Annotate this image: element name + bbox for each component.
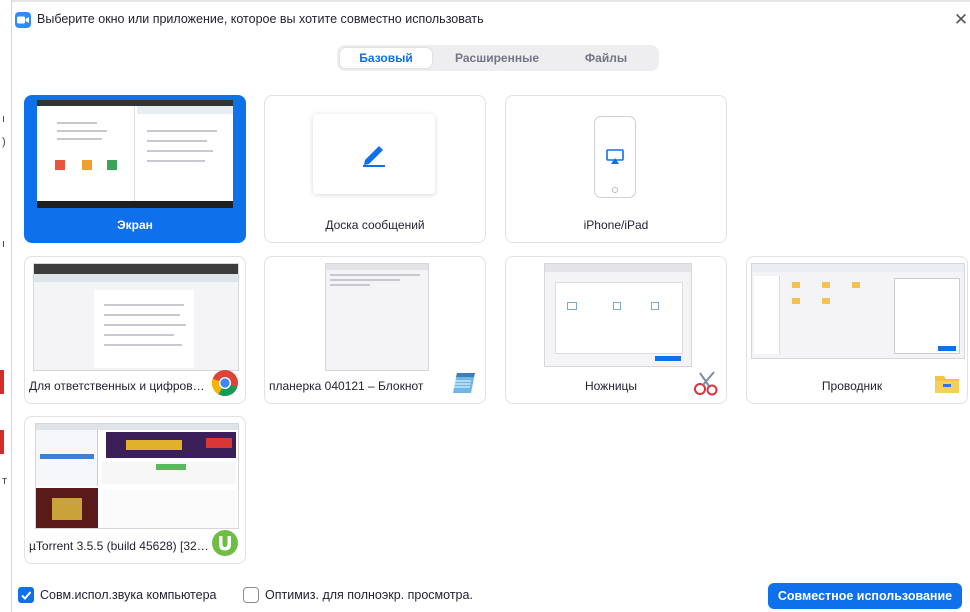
thumb-window bbox=[37, 106, 135, 201]
tile-label: µTorrent 3.5.5 (build 45628) [32-b... bbox=[29, 539, 218, 553]
thumb-folder bbox=[822, 282, 830, 288]
thumb-banner-text bbox=[126, 440, 182, 450]
thumb-button bbox=[938, 346, 956, 351]
tile-screen[interactable]: Экран bbox=[24, 95, 246, 243]
tab-advanced[interactable]: Расширенные bbox=[447, 48, 547, 68]
thumb-folder bbox=[852, 282, 860, 288]
thumb-page bbox=[94, 290, 194, 368]
thumb-bar bbox=[545, 264, 691, 272]
thumb-line bbox=[147, 140, 207, 142]
optimize-video-checkbox[interactable] bbox=[243, 587, 259, 603]
share-tabs: Базовый Расширенные Файлы bbox=[337, 45, 659, 71]
background-window-edge: ı ) ı т bbox=[0, 0, 12, 612]
thumb-line bbox=[147, 160, 205, 162]
share-button[interactable]: Совместное использование bbox=[768, 583, 962, 609]
zoom-camera-icon bbox=[15, 12, 31, 28]
tile-label: Проводник bbox=[821, 379, 883, 393]
thumb-line bbox=[330, 284, 370, 286]
snipping-thumbnail bbox=[544, 263, 692, 367]
tile-label: iPhone/iPad bbox=[583, 218, 649, 232]
thumb-bar bbox=[326, 264, 428, 270]
thumb-ad-image bbox=[52, 498, 82, 520]
thumb-icon bbox=[107, 160, 117, 170]
tile-label: Доска сообщений bbox=[325, 218, 425, 232]
thumb-line bbox=[104, 324, 186, 326]
share-screen-dialog: Выберите окно или приложение, которое вы… bbox=[12, 0, 970, 612]
tile-label: планерка 040121 – Блокнот bbox=[269, 379, 424, 393]
thumb-icon bbox=[82, 160, 92, 170]
explorer-thumbnail bbox=[751, 263, 965, 359]
tile-utorrent-window[interactable]: µTorrent 3.5.5 (build 45628) [32-b... bbox=[24, 416, 246, 564]
thumb-line bbox=[147, 130, 217, 132]
thumb-sidebar bbox=[754, 276, 780, 354]
thumb-line bbox=[104, 314, 180, 316]
thumb-line bbox=[104, 344, 182, 346]
thumb-banner-button bbox=[206, 438, 232, 448]
thumb-taskbar bbox=[37, 201, 233, 208]
thumb-line bbox=[104, 334, 174, 336]
thumb-properties bbox=[894, 278, 960, 354]
thumb-toolbar bbox=[137, 106, 233, 114]
thumb-button bbox=[655, 356, 681, 361]
optimize-video-label[interactable]: Оптимиз. для полноэкр. просмотра. bbox=[265, 588, 473, 602]
phone-preview bbox=[594, 116, 636, 198]
thumb-folder bbox=[822, 298, 830, 304]
thumb-folder bbox=[792, 282, 800, 288]
tile-label: Ножницы bbox=[584, 379, 638, 393]
thumb-details bbox=[102, 490, 236, 528]
utorrent-thumbnail bbox=[35, 423, 239, 529]
edge-glyph: т bbox=[2, 475, 8, 487]
thumb-icon bbox=[55, 160, 65, 170]
thumb-icon bbox=[567, 302, 577, 310]
thumb-icon bbox=[651, 302, 659, 310]
edge-red-marker bbox=[0, 370, 4, 394]
edge-glyph: ı bbox=[2, 238, 6, 250]
thumb-dialog bbox=[555, 282, 683, 354]
whiteboard-preview bbox=[313, 114, 435, 194]
tile-iphone-ipad[interactable]: iPhone/iPad bbox=[505, 95, 727, 243]
edge-glyph: ı bbox=[2, 113, 6, 125]
tab-files[interactable]: Файлы bbox=[560, 48, 652, 68]
thumb-bar bbox=[34, 264, 238, 274]
close-button[interactable]: ✕ bbox=[952, 11, 970, 29]
thumb-icon bbox=[613, 302, 621, 310]
edge-red-marker bbox=[0, 430, 4, 454]
thumb-line bbox=[57, 130, 107, 132]
tile-explorer-window[interactable]: Проводник bbox=[746, 256, 968, 404]
share-audio-checkbox[interactable] bbox=[18, 587, 34, 603]
notepad-thumbnail bbox=[325, 263, 429, 371]
tile-snipping-window[interactable]: Ножницы bbox=[505, 256, 727, 404]
thumb-line bbox=[104, 304, 184, 306]
thumb-line bbox=[330, 279, 400, 281]
thumb-line bbox=[57, 122, 97, 124]
airplay-icon bbox=[606, 149, 624, 164]
thumb-folder bbox=[792, 298, 800, 304]
tile-whiteboard[interactable]: Доска сообщений bbox=[264, 95, 486, 243]
share-audio-label[interactable]: Совм.испол.звука компьютера bbox=[40, 588, 216, 602]
chrome-thumbnail bbox=[33, 263, 239, 371]
thumb-toolbar bbox=[34, 274, 238, 282]
screen-thumbnail bbox=[37, 100, 233, 208]
pen-icon bbox=[363, 146, 385, 167]
title-bar: Выберите окно или приложение, которое вы… bbox=[12, 2, 970, 32]
thumb-line bbox=[57, 138, 102, 140]
tile-label: Для ответственных и цифровых... bbox=[29, 379, 218, 393]
thumb-line bbox=[147, 150, 213, 152]
checkmark-icon bbox=[21, 591, 32, 600]
home-button-icon bbox=[612, 187, 618, 193]
thumb-toolbar bbox=[752, 264, 964, 272]
thumb-line bbox=[330, 274, 420, 276]
tab-basic[interactable]: Базовый bbox=[340, 48, 432, 68]
dialog-title: Выберите окно или приложение, которое вы… bbox=[37, 12, 484, 26]
tile-label: Экран bbox=[117, 218, 153, 232]
tile-chrome-window[interactable]: Для ответственных и цифровых... bbox=[24, 256, 246, 404]
edge-glyph: ) bbox=[2, 136, 6, 148]
thumb-selected-row bbox=[40, 454, 94, 459]
tile-notepad-window[interactable]: планерка 040121 – Блокнот bbox=[264, 256, 486, 404]
thumb-progress bbox=[156, 464, 186, 470]
